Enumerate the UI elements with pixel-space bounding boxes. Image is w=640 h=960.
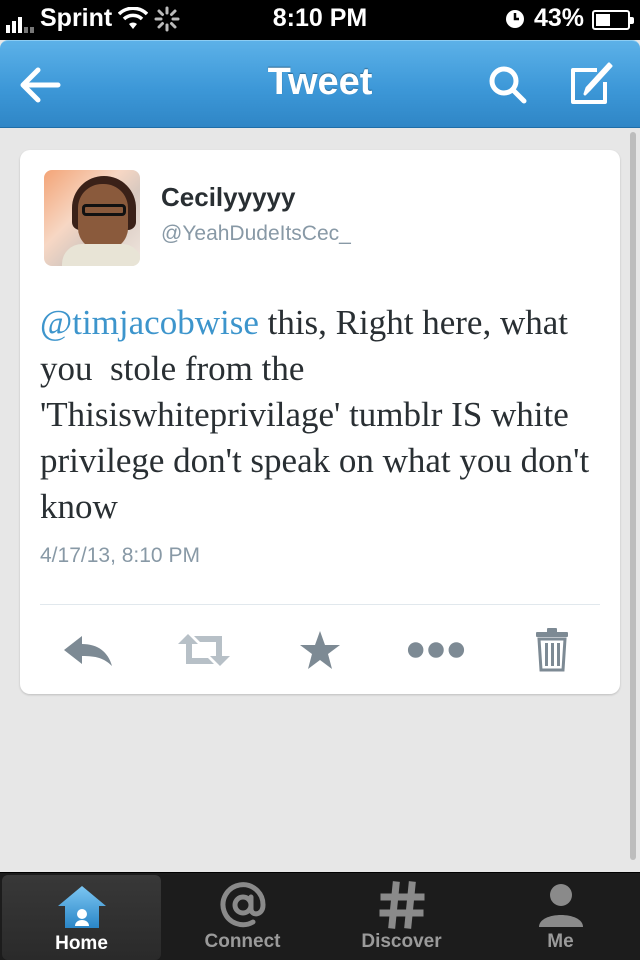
delete-button[interactable]	[522, 628, 582, 672]
battery-fill	[596, 13, 610, 26]
retweet-button[interactable]	[174, 628, 234, 672]
scrollbar[interactable]	[630, 132, 636, 860]
divider	[40, 604, 600, 605]
favorite-button[interactable]	[290, 628, 350, 672]
display-name[interactable]: Cecilyyyyy	[161, 182, 295, 213]
tweet-card: Cecilyyyyy @YeahDudeItsCec_ @timjacobwis…	[20, 150, 620, 694]
battery-percent: 43%	[533, 4, 584, 32]
navigation-bar: Tweet	[0, 40, 640, 128]
tab-label: Home	[55, 933, 108, 954]
reply-button[interactable]	[58, 628, 118, 672]
retweet-icon	[178, 634, 230, 666]
tab-discover[interactable]: Discover	[322, 873, 481, 960]
tab-bar: Home Connect Discover Me	[0, 872, 640, 960]
status-bar: Sprint 8:10 PM 43%	[0, 0, 640, 40]
tab-home[interactable]: Home	[2, 875, 161, 960]
search-icon	[489, 66, 527, 104]
star-icon	[300, 631, 340, 669]
person-icon	[538, 884, 583, 927]
tweet-text: @timjacobwise this, Right here, what you…	[40, 300, 600, 530]
trash-icon	[536, 628, 568, 672]
page-title: Tweet	[267, 61, 373, 103]
tab-label: Connect	[204, 931, 281, 952]
tweet-actions	[40, 620, 600, 680]
tab-connect[interactable]: Connect	[163, 873, 322, 960]
hashtag-icon	[379, 881, 424, 929]
search-button[interactable]	[482, 61, 534, 109]
status-right: 43%	[504, 4, 634, 33]
user-handle[interactable]: @YeahDudeItsCec_	[161, 222, 351, 246]
tweet-timestamp: 4/17/13, 8:10 PM	[40, 544, 200, 567]
more-button[interactable]	[406, 628, 466, 672]
at-icon	[220, 882, 266, 928]
tab-label: Discover	[361, 931, 442, 952]
tab-label: Me	[547, 931, 574, 952]
more-icon	[407, 642, 465, 658]
avatar[interactable]	[44, 170, 140, 266]
mention-link[interactable]: @timjacobwise	[40, 303, 259, 342]
battery-icon	[592, 9, 634, 30]
reply-icon	[64, 636, 112, 666]
compose-button[interactable]	[566, 61, 618, 109]
compose-icon	[571, 62, 613, 104]
alarm-clock-icon	[505, 9, 524, 28]
tab-me[interactable]: Me	[481, 873, 640, 960]
home-icon	[57, 886, 106, 928]
